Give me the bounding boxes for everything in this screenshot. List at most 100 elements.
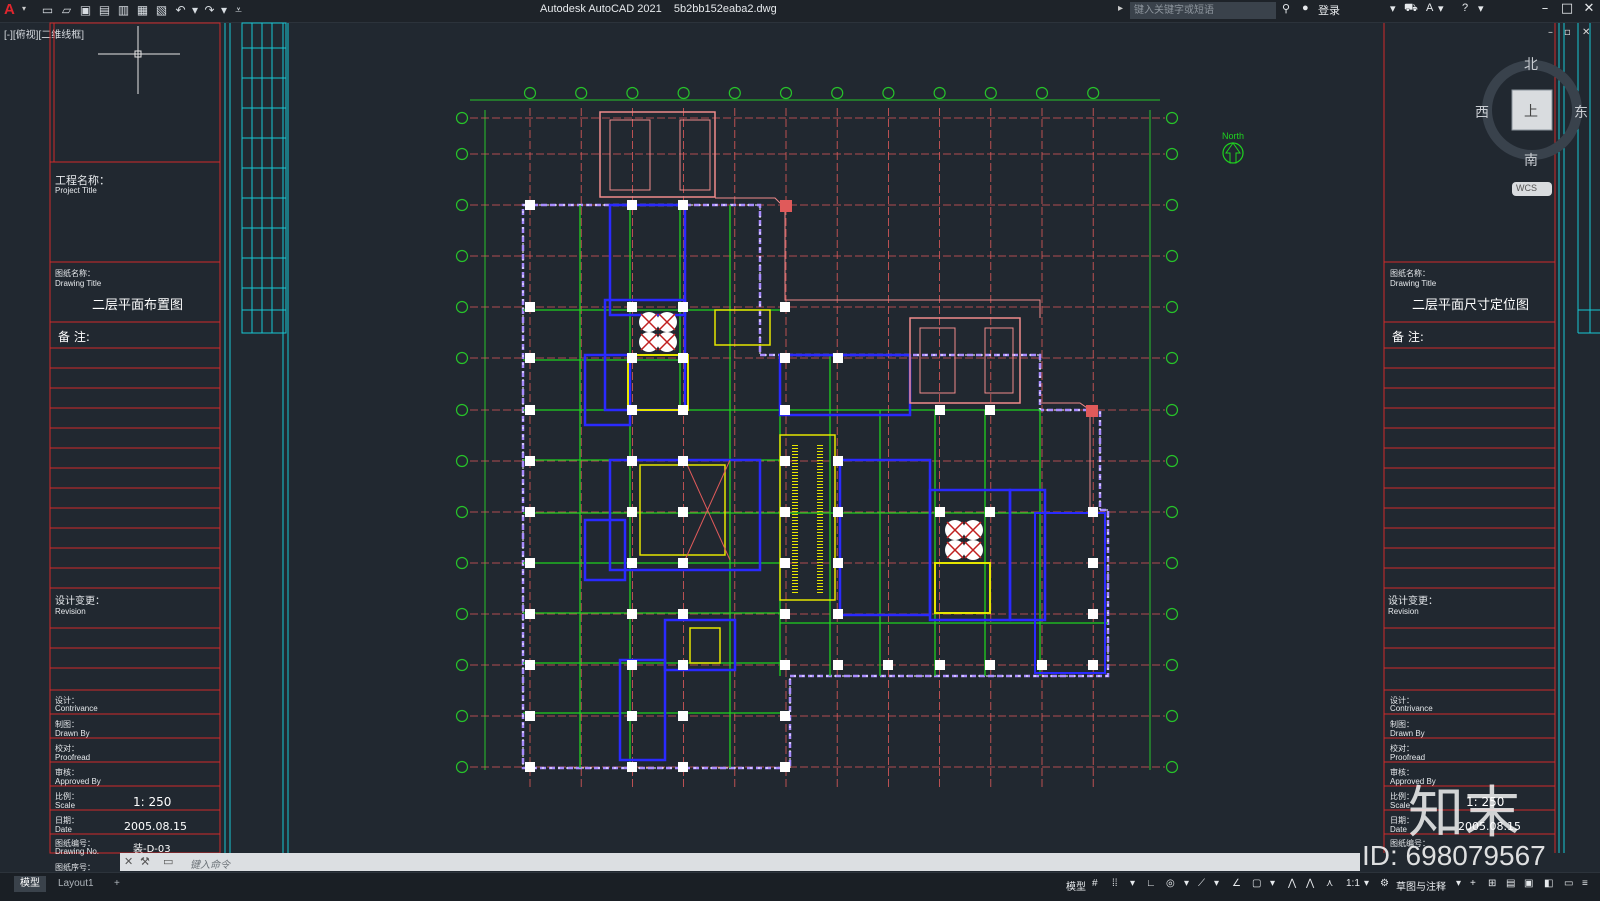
units-icon[interactable]: ⊞	[1488, 878, 1496, 889]
wcs-label[interactable]: WCS	[1516, 183, 1537, 193]
check-en: Proofread	[1390, 753, 1426, 762]
annotation-monitor-icon[interactable]: +	[1470, 878, 1476, 889]
app-dropdown-icon[interactable]: ▾	[1438, 2, 1444, 15]
help-dropdown-icon[interactable]: ▾	[1478, 2, 1484, 15]
workspace-switch[interactable]: 草图与注释	[1396, 878, 1446, 893]
user-icon[interactable]: ●	[1302, 2, 1309, 14]
grid-icon[interactable]: #	[1092, 878, 1098, 889]
lock-ui-icon[interactable]: ▣	[1524, 878, 1533, 889]
model-space-button[interactable]: 模型	[1066, 878, 1086, 893]
redo-dropdown-icon[interactable]: ▾	[221, 3, 227, 18]
redo-icon[interactable]: ↷	[202, 3, 217, 18]
annotation-visibility-icon[interactable]: ⋀	[1288, 878, 1296, 889]
drawing-no-en: Drawing No.	[55, 847, 100, 856]
project-title-en: Project Title	[55, 186, 97, 195]
command-customize-icon[interactable]: ⚒	[140, 855, 150, 868]
status-bar	[0, 872, 1600, 901]
command-recent-icon[interactable]: ▭	[163, 855, 173, 868]
object-snap-tracking-icon[interactable]: ∠	[1232, 878, 1241, 889]
add-layout-icon[interactable]: +	[108, 876, 126, 892]
viewport-controls-label[interactable]: [-][俯视][二维线框]	[4, 26, 84, 41]
viewcube-south-label[interactable]: 南	[1524, 150, 1538, 170]
save-icon[interactable]: ▣	[78, 3, 93, 18]
customize-qat-icon[interactable]: ⩡	[231, 3, 246, 18]
revision-en: Revision	[55, 607, 86, 616]
drawing-title-en: Drawing Title	[1390, 279, 1437, 288]
save-as-icon[interactable]: ▤	[97, 3, 112, 18]
date-en: Date	[1390, 825, 1407, 834]
command-input[interactable]: 键入命令	[190, 856, 230, 871]
annotation-scale-value[interactable]: 1:1	[1346, 878, 1360, 889]
workspace-dropdown-icon[interactable]: ▾	[1456, 878, 1461, 889]
polar-icon[interactable]: ◎	[1166, 878, 1175, 889]
workspace-gear-icon[interactable]: ⚙	[1380, 878, 1389, 889]
check-en: Proofread	[55, 753, 91, 762]
clean-screen-icon[interactable]: ▭	[1564, 878, 1573, 889]
snap-dropdown-icon[interactable]: ▾	[1130, 878, 1135, 889]
auto-scale-icon[interactable]: ⋀	[1306, 878, 1314, 889]
app-menu-dropdown-icon[interactable]: ▾	[22, 4, 26, 13]
undo-dropdown-icon[interactable]: ▾	[192, 3, 198, 18]
cart-icon[interactable]: ⛟	[1404, 2, 1418, 16]
customize-status-icon[interactable]: ≡	[1582, 878, 1588, 889]
tab-layout1[interactable]: Layout1	[52, 876, 100, 892]
date-en: Date	[55, 825, 72, 834]
login-link[interactable]: 登录	[1318, 2, 1340, 18]
drawing-title-cn: 图纸名称：	[55, 269, 95, 278]
annotation-scale-icon[interactable]: ⋏	[1326, 878, 1333, 889]
ortho-icon[interactable]: ∟	[1146, 878, 1156, 889]
viewcube-west-label[interactable]: 西	[1475, 102, 1489, 122]
undo-icon[interactable]: ↶	[173, 3, 188, 18]
maximize-icon[interactable]: □	[1558, 1, 1576, 16]
command-close-icon[interactable]: ✕	[124, 855, 133, 868]
quick-properties-icon[interactable]: ▤	[1506, 878, 1515, 889]
print-icon[interactable]: ▧	[154, 3, 169, 18]
plot-preview-icon[interactable]: ▦	[135, 3, 150, 18]
window-title: Autodesk AutoCAD 2021 5b2bb152eaba2.dwg	[540, 3, 777, 15]
publish-icon[interactable]: ▥	[116, 3, 131, 18]
new-file-icon[interactable]: ▭	[40, 3, 55, 18]
minimize-icon[interactable]: –	[1536, 1, 1554, 16]
snap-icon[interactable]: ⁞⁞	[1112, 878, 1118, 889]
design-en: Contrivance	[1390, 704, 1433, 713]
autocad-logo-icon[interactable]: A	[4, 1, 20, 19]
search-icon[interactable]: ⚲	[1282, 2, 1290, 15]
viewcube-east-label[interactable]: 东	[1574, 102, 1588, 122]
command-line[interactable]	[120, 853, 1360, 871]
scale-value: 1: 250	[133, 795, 172, 809]
isodraft-icon[interactable]: ⟋	[1198, 878, 1205, 889]
help-search-input[interactable]: 键入关键字或短语	[1130, 2, 1276, 19]
design-en: Contrivance	[55, 704, 98, 713]
drawn-en: Drawn By	[1390, 729, 1425, 738]
drawing-viewport[interactable]	[0, 23, 1600, 853]
isolate-objects-icon[interactable]: ◧	[1544, 878, 1553, 889]
tab-model[interactable]: 模型	[14, 876, 46, 892]
polar-dropdown-icon[interactable]: ▾	[1184, 878, 1189, 889]
object-snap-icon[interactable]: ▢	[1252, 878, 1261, 889]
drawing-name: 二层平面尺寸定位图	[1412, 298, 1530, 313]
help-icon[interactable]: ?	[1462, 2, 1468, 14]
revision-cn: 设计变更：	[1388, 596, 1438, 607]
object-snap-dropdown-icon[interactable]: ▾	[1270, 878, 1275, 889]
search-expand-icon[interactable]: ▸	[1118, 3, 1123, 14]
quick-access-toolbar: ▭ ▱ ▣ ▤ ▥ ▦ ▧ ↶ ▾ ↷ ▾ ⩡	[40, 3, 246, 18]
autodesk-app-icon[interactable]: A	[1426, 2, 1433, 14]
isodraft-dropdown-icon[interactable]: ▾	[1214, 878, 1219, 889]
revision-en: Revision	[1388, 607, 1419, 616]
close-icon[interactable]: ✕	[1580, 1, 1598, 16]
viewport-close-icon[interactable]: ✕	[1582, 27, 1590, 38]
drawing-name: 二层平面布置图	[92, 298, 184, 313]
viewport-restore-icon[interactable]: ▫	[1564, 27, 1571, 38]
remarks-label: 备 注:	[1392, 330, 1424, 344]
account-dropdown-icon[interactable]: ▾	[1390, 2, 1396, 15]
viewcube-top-face[interactable]: 上	[1524, 101, 1538, 121]
open-file-icon[interactable]: ▱	[59, 3, 74, 18]
scale-en: Scale	[1390, 801, 1411, 810]
scale-en: Scale	[55, 801, 76, 810]
viewcube-north-label[interactable]: 北	[1524, 54, 1538, 74]
viewport-minimize-icon[interactable]: –	[1548, 27, 1553, 38]
scale-dropdown-icon[interactable]: ▾	[1364, 878, 1369, 889]
watermark-id: ID: 698079567	[1362, 840, 1546, 871]
approve-en: Approved By	[55, 777, 101, 786]
drawing-title-cn: 图纸名称：	[1390, 269, 1430, 278]
